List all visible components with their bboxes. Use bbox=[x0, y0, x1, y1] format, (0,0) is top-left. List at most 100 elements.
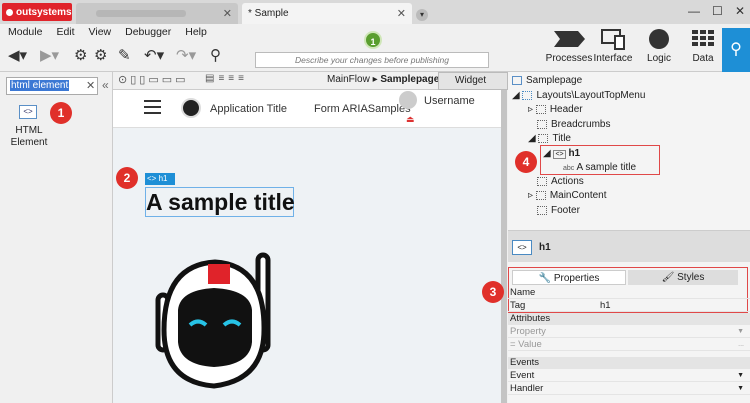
processes-label: Processes bbox=[545, 53, 593, 64]
menu-bar: Module Edit View Debugger Help bbox=[0, 24, 540, 40]
widget-tree-button[interactable]: Widget Tree bbox=[438, 72, 508, 102]
processes-button[interactable]: Processes bbox=[544, 28, 594, 64]
brand-label: outsystems bbox=[16, 6, 72, 18]
canvas-scrollbar[interactable] bbox=[501, 90, 507, 403]
layout-icon bbox=[522, 90, 533, 100]
expression-editor-button[interactable]: ... bbox=[738, 339, 744, 351]
property-row-name[interactable]: Name bbox=[508, 287, 750, 299]
data-icon bbox=[692, 30, 714, 46]
tab-styles[interactable]: 🖌 Styles bbox=[628, 270, 738, 285]
tree-layout[interactable]: ◢ Layouts\LayoutTopMenu bbox=[512, 90, 645, 101]
tab-blurred-label bbox=[96, 10, 186, 17]
breadcrumb-page[interactable]: Samplepage bbox=[380, 74, 439, 85]
interface-button[interactable]: Interface bbox=[588, 28, 638, 64]
clear-search-icon[interactable]: ✕ bbox=[86, 79, 95, 92]
back-icon[interactable]: ◀▾ bbox=[8, 46, 27, 64]
tree-item-maincontent[interactable]: ▹ MainContent bbox=[528, 190, 607, 201]
publish-icon[interactable]: ⚲ bbox=[210, 46, 221, 64]
attribute-row-value[interactable]: = Value... bbox=[508, 339, 750, 351]
tab-styles-label: Styles bbox=[677, 272, 705, 283]
tools-icon[interactable]: ✎ bbox=[118, 46, 131, 64]
tree-item-footer[interactable]: Footer bbox=[537, 205, 580, 216]
alignment-icons[interactable]: ▤≡≡≡ bbox=[205, 73, 248, 84]
tree-item-label: Header bbox=[549, 104, 583, 115]
close-icon[interactable]: ✕ bbox=[223, 7, 232, 20]
hamburger-menu-icon[interactable] bbox=[144, 100, 161, 114]
gear-icon[interactable]: ⚙ bbox=[74, 46, 87, 64]
tree-layout-label: Layouts\LayoutTopMenu bbox=[536, 90, 646, 101]
tree-item-label: MainContent bbox=[549, 190, 607, 201]
interface-icon bbox=[601, 29, 625, 50]
search-icon[interactable]: ⚲ bbox=[722, 28, 750, 72]
page-title[interactable]: A sample title bbox=[146, 189, 295, 216]
dropdown-icon[interactable]: ▼ bbox=[737, 383, 744, 395]
collapse-panel-icon[interactable]: « bbox=[102, 78, 109, 92]
processes-icon bbox=[554, 31, 585, 47]
menu-edit[interactable]: Edit bbox=[48, 24, 80, 40]
tab-properties[interactable]: 🔧 Properties bbox=[512, 270, 626, 285]
tab-sample[interactable]: * Sample ✕ bbox=[242, 3, 412, 24]
minimize-icon[interactable]: — bbox=[688, 4, 700, 18]
tree-item-actions[interactable]: Actions bbox=[537, 176, 584, 187]
tree-item-label: Title bbox=[552, 133, 571, 144]
property-value[interactable]: h1 bbox=[600, 300, 611, 312]
wrench-icon: 🔧 bbox=[538, 273, 552, 284]
tab-list-dropdown-icon[interactable]: ▾ bbox=[416, 9, 428, 21]
app-logo-icon bbox=[181, 98, 201, 118]
menu-debugger[interactable]: Debugger bbox=[117, 24, 177, 40]
close-icon[interactable]: ✕ bbox=[397, 7, 406, 20]
menu-module[interactable]: Module bbox=[0, 24, 48, 40]
window-close-icon[interactable]: ✕ bbox=[735, 4, 745, 18]
tree-root[interactable]: Samplepage bbox=[512, 75, 582, 86]
tree-item-title[interactable]: ◢ Title bbox=[528, 133, 571, 144]
html-element-icon: <> bbox=[512, 240, 532, 255]
event-row[interactable]: Event ▼ bbox=[508, 370, 750, 382]
brand-logo[interactable]: outsystems bbox=[2, 3, 72, 21]
tree-item-label: A sample title bbox=[576, 162, 637, 173]
html-element-icon[interactable]: <> bbox=[19, 105, 37, 119]
undo-icon[interactable]: ↶▾ bbox=[144, 46, 164, 64]
publish-status-badge[interactable]: 1 bbox=[364, 31, 382, 49]
property-row-tag[interactable]: Tag h1 bbox=[508, 300, 750, 312]
publish-notes-input[interactable]: Describe your changes before publishing bbox=[255, 52, 489, 68]
tree-item-label: Actions bbox=[551, 176, 584, 187]
logic-label: Logic bbox=[647, 53, 671, 64]
property-label: Property bbox=[510, 326, 546, 337]
property-label: Handler bbox=[510, 383, 544, 394]
handler-row[interactable]: Handler ▼ bbox=[508, 383, 750, 395]
data-button[interactable]: Data bbox=[678, 28, 728, 64]
placeholder-icon bbox=[537, 119, 547, 129]
tree-item-header[interactable]: ▹ Header bbox=[528, 104, 583, 115]
redo-icon[interactable]: ↷▾ bbox=[176, 46, 196, 64]
breadcrumb-flow[interactable]: MainFlow bbox=[327, 74, 370, 85]
placeholder-icon bbox=[537, 205, 547, 215]
step-badge-1: 1 bbox=[50, 102, 72, 124]
logout-icon[interactable]: ⏏ bbox=[406, 114, 415, 125]
interface-label: Interface bbox=[593, 53, 633, 64]
maximize-icon[interactable]: ☐ bbox=[712, 4, 723, 18]
property-label: Event bbox=[510, 370, 535, 381]
dropdown-icon[interactable]: ▼ bbox=[737, 326, 744, 338]
tree-item-label: Footer bbox=[551, 205, 580, 216]
widget-search-input[interactable]: html element bbox=[6, 77, 98, 95]
tab-blurred[interactable]: ✕ bbox=[76, 3, 238, 24]
forward-icon[interactable]: ▶▾ bbox=[40, 46, 59, 64]
tree-item-breadcrumbs[interactable]: Breadcrumbs bbox=[537, 119, 610, 130]
form-title: Form ARIASamples bbox=[314, 103, 411, 115]
attribute-row-property[interactable]: Property ▼ bbox=[508, 326, 750, 338]
menu-help[interactable]: Help bbox=[177, 24, 213, 40]
device-preview-icons[interactable]: ⊙▯▯▭▭▭ bbox=[118, 73, 189, 86]
html-element-label[interactable]: HTML Element bbox=[8, 125, 50, 149]
selected-element-name: h1 bbox=[539, 242, 551, 253]
tree-item-h1[interactable]: ◢ <> h1 bbox=[543, 148, 580, 159]
logic-button[interactable]: Logic bbox=[634, 28, 684, 64]
tree-item-text[interactable]: abc A sample title bbox=[563, 162, 636, 173]
menu-view[interactable]: View bbox=[81, 24, 118, 40]
placeholder-icon bbox=[538, 133, 549, 143]
tab-sample-label: * Sample bbox=[248, 8, 289, 19]
property-label: Name bbox=[510, 287, 536, 298]
username: Username bbox=[424, 95, 475, 107]
dropdown-icon[interactable]: ▼ bbox=[737, 370, 744, 382]
settings-icon[interactable]: ⚙ bbox=[94, 46, 107, 64]
attributes-section-header: Attributes bbox=[508, 313, 750, 325]
